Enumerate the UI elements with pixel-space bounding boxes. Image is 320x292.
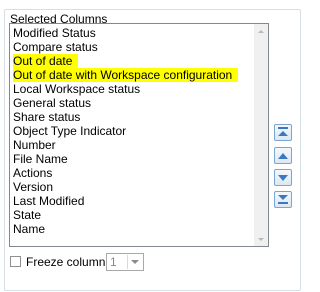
list-item-label: Out of date with Workspace configuration — [13, 68, 239, 82]
list-item-label: Last Modified — [13, 194, 85, 208]
move-down-icon — [278, 174, 288, 181]
scroll-down-button[interactable] — [254, 232, 268, 246]
list-item[interactable]: Share status — [10, 110, 255, 124]
freeze-column-value: 1 — [110, 255, 117, 269]
scroll-up-arrow-icon — [258, 29, 264, 33]
list-item-label: Share status — [13, 110, 81, 124]
move-up-button[interactable] — [274, 147, 292, 164]
list-item[interactable]: Number — [10, 138, 255, 152]
list-item-label: Number — [13, 138, 56, 152]
list-item[interactable]: Last Modified — [10, 194, 255, 208]
list-item[interactable]: State — [10, 208, 255, 222]
list-item[interactable]: Object Type Indicator — [10, 124, 255, 138]
freeze-column-checkbox[interactable] — [10, 256, 21, 267]
move-to-bottom-icon — [278, 195, 288, 204]
column-list: Modified Status Compare status Out of date… — [10, 26, 255, 236]
list-item-label: Out of date — [13, 54, 79, 68]
freeze-column-select[interactable]: 1 — [106, 253, 144, 271]
list-item[interactable]: File Name — [10, 152, 255, 166]
scroll-up-button[interactable] — [254, 24, 268, 38]
list-item-label: Object Type Indicator — [13, 124, 127, 138]
list-item-label: Name — [13, 222, 46, 236]
list-item-label: Modified Status — [13, 26, 96, 40]
move-to-top-icon — [278, 127, 288, 136]
freeze-column-label: Freeze column — [26, 255, 106, 269]
list-item[interactable]: Compare status — [10, 40, 255, 54]
list-item[interactable]: General status — [10, 96, 255, 110]
dropdown-button[interactable] — [127, 255, 142, 269]
list-item[interactable]: Out of date with Workspace configuration — [10, 68, 255, 82]
move-up-icon — [278, 152, 288, 159]
list-item[interactable]: Out of date — [10, 54, 255, 68]
vertical-scrollbar[interactable] — [254, 24, 268, 246]
chevron-down-icon — [131, 260, 139, 264]
list-item-label: Compare status — [13, 40, 98, 54]
list-item-label: Actions — [13, 166, 53, 180]
move-to-top-button[interactable] — [274, 124, 292, 141]
selected-columns-listbox[interactable]: Modified Status Compare status Out of date… — [9, 23, 269, 247]
list-item-label: Local Workspace status — [13, 82, 141, 96]
list-item[interactable]: Modified Status — [10, 26, 255, 40]
scroll-down-arrow-icon — [258, 237, 264, 241]
list-item-label: File Name — [13, 152, 68, 166]
list-item-label: Version — [13, 180, 54, 194]
move-down-button[interactable] — [274, 169, 292, 186]
list-item-label: State — [13, 208, 42, 222]
list-item[interactable]: Actions — [10, 166, 255, 180]
list-item[interactable]: Name — [10, 222, 255, 236]
list-item[interactable]: Local Workspace status — [10, 82, 255, 96]
list-item[interactable]: Version — [10, 180, 255, 194]
list-item-label: General status — [13, 96, 92, 110]
move-to-bottom-button[interactable] — [274, 191, 292, 208]
